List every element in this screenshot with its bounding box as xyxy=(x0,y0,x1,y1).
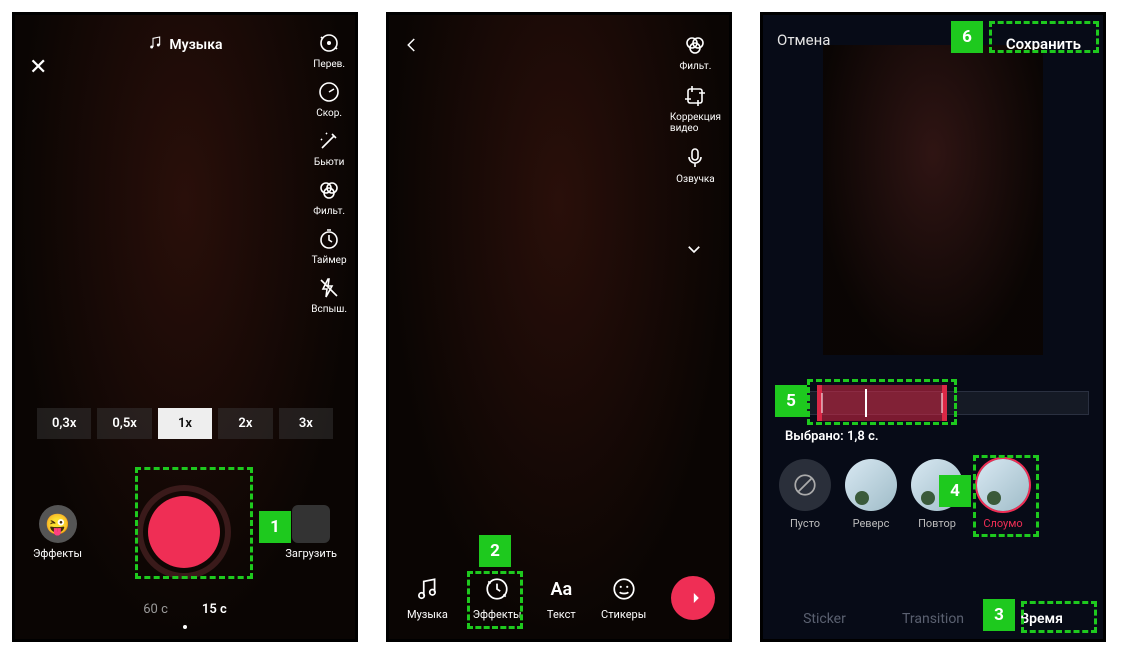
tool-label: Озвучка xyxy=(676,174,715,185)
slomo-thumb-icon xyxy=(977,459,1029,511)
tab-transition[interactable]: Transition xyxy=(902,611,964,627)
speed-option[interactable]: 3x xyxy=(279,408,333,439)
filter-circles-icon xyxy=(681,31,709,59)
effect-repeat[interactable]: Повтор xyxy=(911,459,963,530)
wand-icon xyxy=(315,127,343,155)
add-music-button[interactable]: Музыка xyxy=(147,35,222,55)
page-indicator-dot xyxy=(183,625,187,629)
beauty-button[interactable]: Бьюти xyxy=(314,127,344,168)
tab-sticker[interactable]: Sticker xyxy=(803,611,846,627)
save-button[interactable]: Сохранить xyxy=(998,31,1089,57)
edit-tools: Фильт. Коррекциявидео Озвучка xyxy=(670,31,721,185)
none-icon xyxy=(779,459,831,511)
flip-icon xyxy=(315,29,343,57)
sticker-icon xyxy=(609,574,639,604)
selection-handle-right[interactable] xyxy=(941,393,943,413)
timeline[interactable] xyxy=(777,385,1089,421)
music-label: Музыка xyxy=(169,37,222,53)
tool-label: Скор. xyxy=(316,108,342,119)
selection-handle-left[interactable] xyxy=(821,393,823,413)
effect-category-tabs: Sticker Transition Время xyxy=(763,611,1103,627)
tool-label: Коррекциявидео xyxy=(670,112,721,134)
tool-label: Фильт. xyxy=(680,61,712,72)
music-note-icon xyxy=(412,574,442,604)
speed-button[interactable]: Скор. xyxy=(315,78,343,119)
text-button[interactable]: Aa Текст xyxy=(546,574,576,621)
timeline-selection[interactable] xyxy=(817,385,947,421)
speed-option[interactable]: 0,3x xyxy=(37,408,91,439)
crop-icon xyxy=(681,82,709,110)
record-button[interactable] xyxy=(137,485,231,579)
effect-empty[interactable]: Пусто xyxy=(779,459,831,530)
effect-label: Пусто xyxy=(790,517,820,530)
timeline-playhead[interactable] xyxy=(865,389,867,417)
tool-label: Перев. xyxy=(313,59,345,70)
btn-label: Эффекты xyxy=(473,608,522,621)
filter-button[interactable]: Фильт. xyxy=(680,31,712,72)
effects-button[interactable]: 😜 Эффекты xyxy=(33,505,82,560)
speed-option[interactable]: 0,5x xyxy=(97,408,151,439)
close-button[interactable]: ✕ xyxy=(29,55,47,80)
speed-selector: 0,3x 0,5x 1x 2x 3x xyxy=(37,408,333,439)
timer-button[interactable]: Таймер xyxy=(312,225,347,266)
record-inner-icon xyxy=(148,496,220,568)
effect-reverse[interactable]: Реверс xyxy=(845,459,897,530)
repeat-thumb-icon xyxy=(911,459,963,511)
time-effects-screen: Отмена Сохранить Выбрано: 1,8 с. Пусто Р… xyxy=(760,12,1106,642)
reverse-thumb-icon xyxy=(845,459,897,511)
filter-circles-icon xyxy=(315,176,343,204)
effect-label: Слоумо xyxy=(983,517,1022,530)
flash-button[interactable]: Вспыш. xyxy=(311,274,347,315)
effects-button[interactable]: Эффекты xyxy=(473,574,522,621)
speed-option-active[interactable]: 1x xyxy=(158,408,212,439)
upload-thumbnail-icon xyxy=(292,505,330,543)
selection-duration-label: Выбрано: 1,8 с. xyxy=(785,429,879,444)
effect-label: Реверс xyxy=(853,517,890,530)
mic-icon xyxy=(681,144,709,172)
duration-option-active[interactable]: 15 с xyxy=(202,602,227,617)
back-button[interactable] xyxy=(403,35,421,59)
next-button[interactable] xyxy=(671,576,715,620)
emoji-icon: 😜 xyxy=(39,505,77,543)
effect-slomo[interactable]: Слоумо xyxy=(977,459,1029,530)
record-screen: ✕ Музыка Перев. Скор. Бьюти xyxy=(12,12,358,642)
speed-option[interactable]: 2x xyxy=(218,408,272,439)
timer-icon xyxy=(315,225,343,253)
flash-off-icon xyxy=(315,274,343,302)
tool-label: Вспыш. xyxy=(311,304,347,315)
tool-label: Бьюти xyxy=(314,157,344,168)
effects-label: Эффекты xyxy=(33,547,82,560)
camera-tools: Перев. Скор. Бьюти Фильт. Таймер Вспыш. xyxy=(311,29,347,315)
tab-time[interactable]: Время xyxy=(1020,611,1063,627)
upload-label: Загрузить xyxy=(285,547,337,560)
flip-camera-button[interactable]: Перев. xyxy=(313,29,345,70)
time-effects-row: Пусто Реверс Повтор Слоумо xyxy=(763,459,1103,530)
btn-label: Музыка xyxy=(407,608,448,621)
music-note-icon xyxy=(147,35,163,55)
tool-label: Таймер xyxy=(312,255,347,266)
correction-button[interactable]: Коррекциявидео xyxy=(670,82,721,134)
effect-label: Повтор xyxy=(918,517,956,530)
video-preview xyxy=(823,45,1043,355)
tool-label: Фильт. xyxy=(313,206,345,217)
expand-tools-button[interactable] xyxy=(685,240,703,262)
upload-button[interactable]: Загрузить xyxy=(285,505,337,560)
cancel-button[interactable]: Отмена xyxy=(777,31,830,57)
music-button[interactable]: Музыка xyxy=(407,574,448,621)
voiceover-button[interactable]: Озвучка xyxy=(676,144,715,185)
arrow-right-icon xyxy=(683,588,703,608)
speedometer-icon xyxy=(315,78,343,106)
duration-selector[interactable]: 60 с 15 с xyxy=(15,602,355,617)
annotation-step-2: 2 xyxy=(479,535,511,567)
btn-label: Текст xyxy=(547,608,576,621)
clock-effects-icon xyxy=(482,574,512,604)
stickers-button[interactable]: Стикеры xyxy=(601,574,646,621)
duration-option[interactable]: 60 с xyxy=(143,602,168,617)
btn-label: Стикеры xyxy=(601,608,646,621)
text-icon: Aa xyxy=(546,574,576,604)
filter-button[interactable]: Фильт. xyxy=(313,176,345,217)
edit-screen: Фильт. Коррекциявидео Озвучка Музыка Эфф… xyxy=(386,12,732,642)
